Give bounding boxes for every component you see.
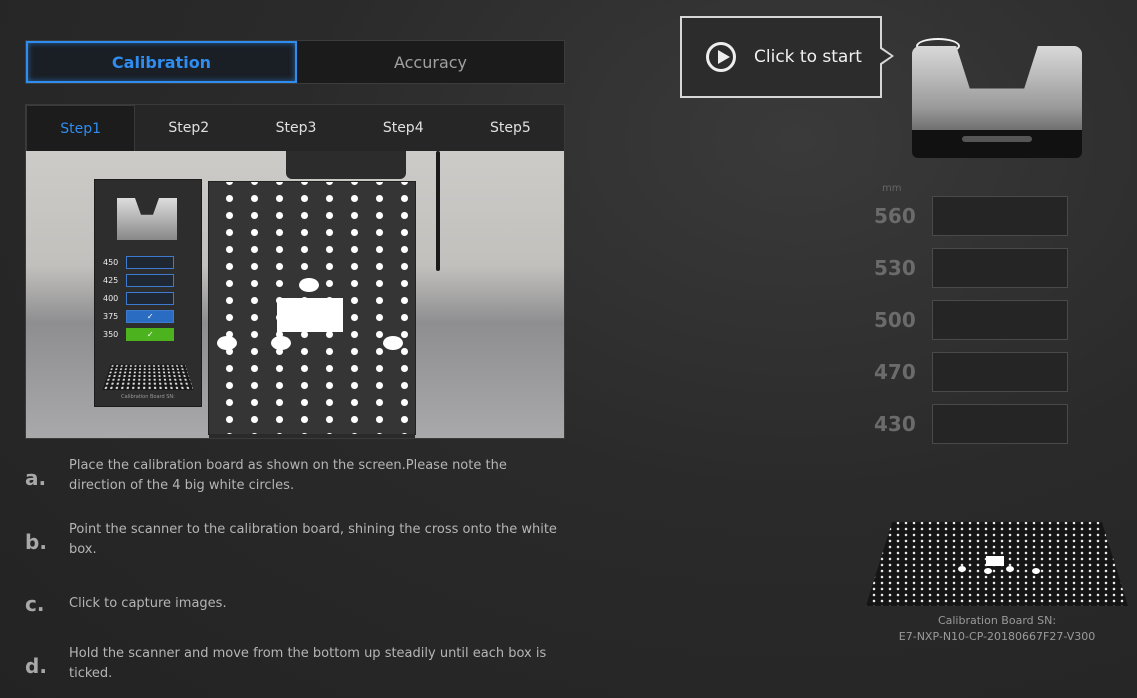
monitor-screen: 450 425 400 375 ✓ 350 ✓ Calibration Board … <box>94 179 202 407</box>
distance-row: 470 <box>874 352 1068 392</box>
row-label: 400 <box>103 294 118 303</box>
row-label: 375 <box>103 312 118 321</box>
distance-label: 500 <box>874 308 932 332</box>
board-stand <box>209 434 415 438</box>
step-tabs: Step1 Step2 Step3 Step4 Step5 <box>26 105 564 151</box>
row-label: 425 <box>103 276 118 285</box>
distance-label: 430 <box>874 412 932 436</box>
distance-progress-box <box>932 248 1068 288</box>
mode-tabs: Calibration Accuracy <box>25 40 565 84</box>
big-circle <box>299 278 319 292</box>
scanner-stripe <box>962 136 1032 142</box>
tab-step5[interactable]: Step5 <box>457 105 564 151</box>
scanner-image <box>912 38 1082 158</box>
instruction-letter: b. <box>25 520 69 560</box>
instruction-text: Point the scanner to the calibration boa… <box>69 520 564 560</box>
mini-calibration-board <box>103 364 194 390</box>
instruction-letter: a. <box>25 456 69 496</box>
step-panel: Step1 Step2 Step3 Step4 Step5 450 425 40… <box>25 104 565 439</box>
tab-step4[interactable]: Step4 <box>350 105 457 151</box>
big-circle <box>217 336 237 350</box>
distance-progress-box <box>932 404 1068 444</box>
calibration-board-photo <box>208 181 416 435</box>
screen-row: 425 <box>103 274 174 287</box>
row-label: 350 <box>103 330 118 339</box>
distance-progress-box <box>932 352 1068 392</box>
tab-accuracy[interactable]: Accuracy <box>297 41 564 83</box>
screen-caption: Calibration Board SN: <box>95 394 201 400</box>
instruction-text: Hold the scanner and move from the botto… <box>69 644 564 684</box>
scanner-base <box>912 130 1082 158</box>
scanner-photo <box>286 151 406 179</box>
step-illustration-photo: 450 425 400 375 ✓ 350 ✓ Calibration Board … <box>26 151 564 438</box>
unit-label: mm <box>882 183 901 194</box>
distance-row: 430 <box>874 404 1068 444</box>
start-label: Click to start <box>754 47 862 67</box>
row-label: 450 <box>103 258 118 267</box>
board-sn: Calibration Board SN: E7-NXP-N10-CP-2018… <box>866 613 1128 645</box>
board-white-box <box>986 556 1004 566</box>
big-circle <box>984 568 992 574</box>
big-circle <box>1006 566 1014 572</box>
tab-step3[interactable]: Step3 <box>242 105 349 151</box>
instruction-letter: d. <box>25 644 69 684</box>
tab-step1[interactable]: Step1 <box>26 105 135 151</box>
instruction-item: c. Click to capture images. <box>25 586 564 616</box>
white-box <box>277 298 343 332</box>
cable <box>436 151 440 271</box>
play-circle-icon <box>706 42 736 72</box>
instruction-letter: c. <box>25 586 69 616</box>
instruction-item: d. Hold the scanner and move from the bo… <box>25 644 564 684</box>
instruction-item: b. Point the scanner to the calibration … <box>25 520 564 560</box>
big-circle <box>1032 568 1040 574</box>
distance-progress-box <box>932 300 1068 340</box>
instruction-text: Place the calibration board as shown on … <box>69 456 564 496</box>
screen-row: 375 ✓ <box>103 310 174 323</box>
board-sn-label: Calibration Board SN: <box>866 613 1128 629</box>
distance-label: 470 <box>874 360 932 384</box>
scanner-icon <box>117 198 177 240</box>
row-box-checked: ✓ <box>126 328 174 341</box>
big-circle <box>271 336 291 350</box>
board-sn-value: E7-NXP-N10-CP-20180667F27-V300 <box>866 629 1128 645</box>
big-circle <box>958 566 966 572</box>
distance-row: 500 <box>874 300 1068 340</box>
row-box-checked: ✓ <box>126 310 174 323</box>
screen-row: 350 ✓ <box>103 328 174 341</box>
distance-label: 530 <box>874 256 932 280</box>
screen-row: 400 <box>103 292 174 305</box>
distance-label: 560 <box>874 204 932 228</box>
distance-progress-box <box>932 196 1068 236</box>
tab-calibration[interactable]: Calibration <box>26 41 297 83</box>
instruction-item: a. Place the calibration board as shown … <box>25 456 564 496</box>
instruction-text: Click to capture images. <box>69 586 564 616</box>
distance-row: 560 <box>874 196 1068 236</box>
row-box <box>126 274 174 287</box>
row-box <box>126 292 174 305</box>
big-circle <box>383 336 403 350</box>
screen-row: 450 <box>103 256 174 269</box>
row-box <box>126 256 174 269</box>
start-button[interactable]: Click to start <box>680 16 882 98</box>
calibration-board-image <box>866 522 1128 606</box>
tab-step2[interactable]: Step2 <box>135 105 242 151</box>
distance-row: 530 <box>874 248 1068 288</box>
